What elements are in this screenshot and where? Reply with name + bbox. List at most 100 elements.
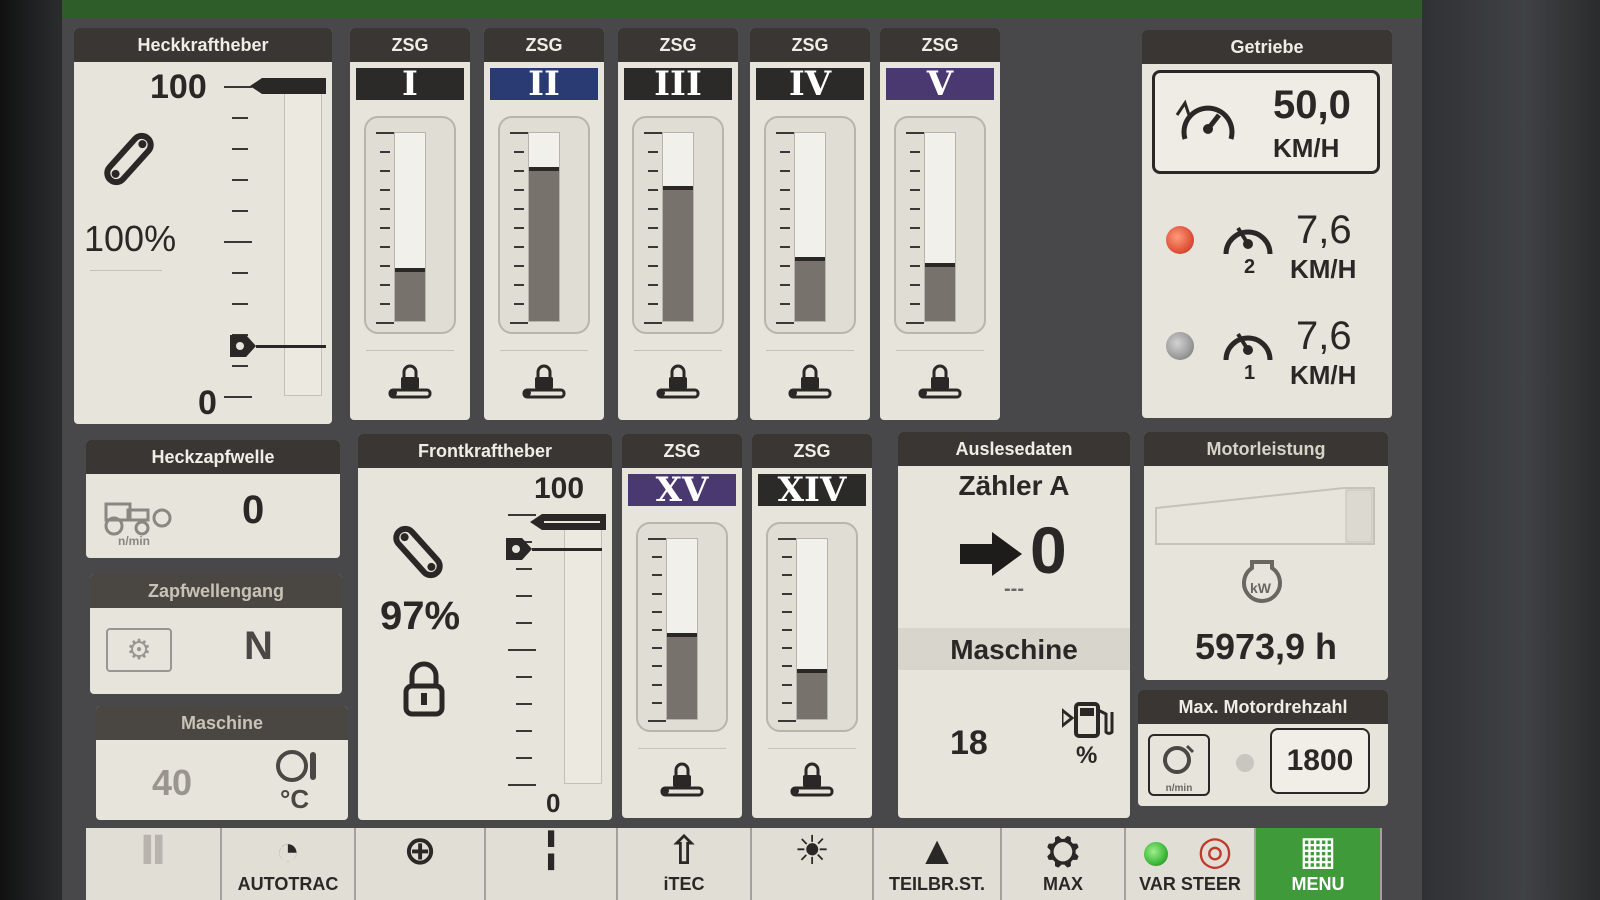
heckkraftheber-position-marker[interactable] [250,78,326,94]
zsg-top-panel-iii[interactable]: ZSG III [618,28,738,420]
zsg-gauge[interactable] [632,116,724,334]
max-rpm-value-box[interactable]: 1800 [1270,728,1370,794]
hitch-scale-tick [232,179,248,181]
zsg-scale-tick [780,227,790,229]
getriebe-title: Getriebe [1142,30,1392,64]
motorleistung-unit: kW [1250,580,1271,596]
hitch-scale-tick [232,117,248,119]
heckzapfwelle-unit: n/min [118,534,150,548]
steering-icon: ◎ [1197,829,1233,873]
toolbar-button-section-control[interactable]: ▲ TEILBR.ST. [874,828,1002,900]
getriebe-panel[interactable]: Getriebe 50,0 KM/H 2 7,6 KM/H 1 7,6 KM/H [1142,30,1392,418]
toolbar-button-steering[interactable]: ◎ VAR STEER [1126,828,1256,900]
toolbar-button-menu-grid[interactable]: ▦ MENU [1256,828,1382,900]
toolbar-button-label: MENU [1291,874,1345,894]
zsg-gauge[interactable] [764,116,856,334]
heckkraftheber-panel[interactable]: Heckkraftheber 100 0 100% [74,28,332,424]
lock-cylinder-icon[interactable] [386,362,434,402]
zsg-gauge[interactable] [498,116,590,334]
zsg-bottom-panel-xv[interactable]: ZSG XV [622,434,742,818]
main-speed-box[interactable]: 50,0 KM/H [1152,70,1380,174]
toolbar-button-max[interactable]: ⛭ MAX [1002,828,1126,900]
zsg-scale-tick [510,132,528,134]
zsg-scale-tick [380,303,390,305]
zsg-scale-tick [782,629,792,631]
hitch-scale-tick [232,365,248,367]
toolbar-button-autotrac[interactable]: ◔ AUTOTRAC [222,828,356,900]
zsg-scale-tick [514,303,524,305]
lock-cylinder-icon[interactable] [654,362,702,402]
max-motordrehzahl-title: Max. Motordrehzahl [1138,690,1388,724]
lock-cylinder-icon[interactable] [658,760,706,800]
zsg-scale-tick [906,322,924,324]
lock-cylinder-icon[interactable] [520,362,568,402]
zsg-top-panel-iv[interactable]: ZSG IV [750,28,870,420]
speed1-led [1166,332,1194,360]
toolbar-button-hitch[interactable]: ╏ [486,828,618,900]
zsg-scale-tick [376,132,394,134]
zsg-scale-tick [652,701,662,704]
hitch-scale-tick [232,148,248,150]
machine-unit: % [1076,742,1098,769]
zsg-scale-tick [514,265,524,267]
motorleistung-panel[interactable]: Motorleistung kW 5973,9 h [1144,432,1388,680]
zapfwellengang-panel[interactable]: Zapfwellengang ⚙ N [90,574,342,694]
zsg-gauge[interactable] [894,116,986,334]
zsg-scale-tick [652,610,662,613]
zsg-scale-tick [782,610,792,613]
speed1-index: 1 [1244,362,1256,384]
toolbar-button-brightness-volume[interactable]: ☀ [752,828,874,900]
toolbar-button-pause[interactable]: Ⅱ [86,828,222,900]
lock-cylinder-icon[interactable] [916,362,964,402]
zsg-level-fill [529,166,559,321]
fuel-pump-icon [1062,702,1114,738]
zsg-scale-tick [652,647,662,650]
zsg-title: ZSG [484,28,604,62]
zsg-scale-tick [782,592,792,595]
hitch-scale-tick [516,703,532,705]
zsg-top-panel-v[interactable]: ZSG V [880,28,1000,420]
toolbar-button-compass[interactable]: ⊕ [356,828,486,900]
zsg-gauge[interactable] [766,522,858,732]
main-speed-value: 50,0 [1273,83,1351,127]
engine-rpm-icon-box[interactable]: n/min [1148,734,1210,796]
brightness-volume-icon: ☀ [794,829,830,873]
hitch-scale-tick [516,595,532,597]
zsg-gauge[interactable] [364,116,456,334]
toolbar-button-itec[interactable]: ⇧ iTEC [618,828,752,900]
zsg-scale-tick [648,246,658,248]
hitch-scale-tick [508,784,536,786]
frontkraftheber-panel[interactable]: Frontkraftheber 97% 100 0 [358,434,612,820]
power-bar-graph [1155,487,1375,545]
main-speed-unit: KM/H [1273,133,1340,163]
zapfwellengang-title: Zapfwellengang [90,574,342,608]
hitch-scale-tick [516,568,532,570]
zsg-gauge[interactable] [636,522,728,732]
maschine-temp-title: Maschine [96,706,348,740]
engine-rpm-icon [1163,744,1195,774]
hitch-scale-tick [224,241,252,243]
zsg-scale-tick [644,132,662,134]
front-lock-icon [403,661,445,717]
frontkraftheber-setpoint-marker[interactable] [504,536,604,562]
zsg-top-panel-i[interactable]: ZSG I [350,28,470,420]
heckzapfwelle-panel[interactable]: Heckzapfwelle n/min 0 [86,440,340,558]
heckkraftheber-setpoint-marker[interactable] [228,333,328,359]
zsg-scale-tick [648,265,658,267]
maschine-temp-panel[interactable]: Maschine 40 °C [96,706,348,820]
heckkraftheber-max-label: 100 [150,68,207,106]
hitch-scale-tick [224,86,252,88]
lock-cylinder-icon[interactable] [788,760,836,800]
max-motordrehzahl-panel[interactable]: Max. Motordrehzahl n/min 1800 [1138,690,1388,806]
zsg-scale-tick [376,322,394,324]
heckkraftheber-title: Heckkraftheber [74,28,332,62]
auslesedaten-panel[interactable]: Auslesedaten Zähler A 0 --- Maschine 18 … [898,432,1130,818]
zsg-top-panel-ii[interactable]: ZSG II [484,28,604,420]
zsg-level-fill [395,268,425,321]
frontkraftheber-position-marker[interactable] [530,514,606,531]
frontkraftheber-title: Frontkraftheber [358,434,612,468]
lock-cylinder-icon[interactable] [786,362,834,402]
zsg-bottom-panel-xiv[interactable]: ZSG XIV [752,434,872,818]
top-status-strip [62,0,1422,18]
hitch-scale-tick [232,303,248,305]
